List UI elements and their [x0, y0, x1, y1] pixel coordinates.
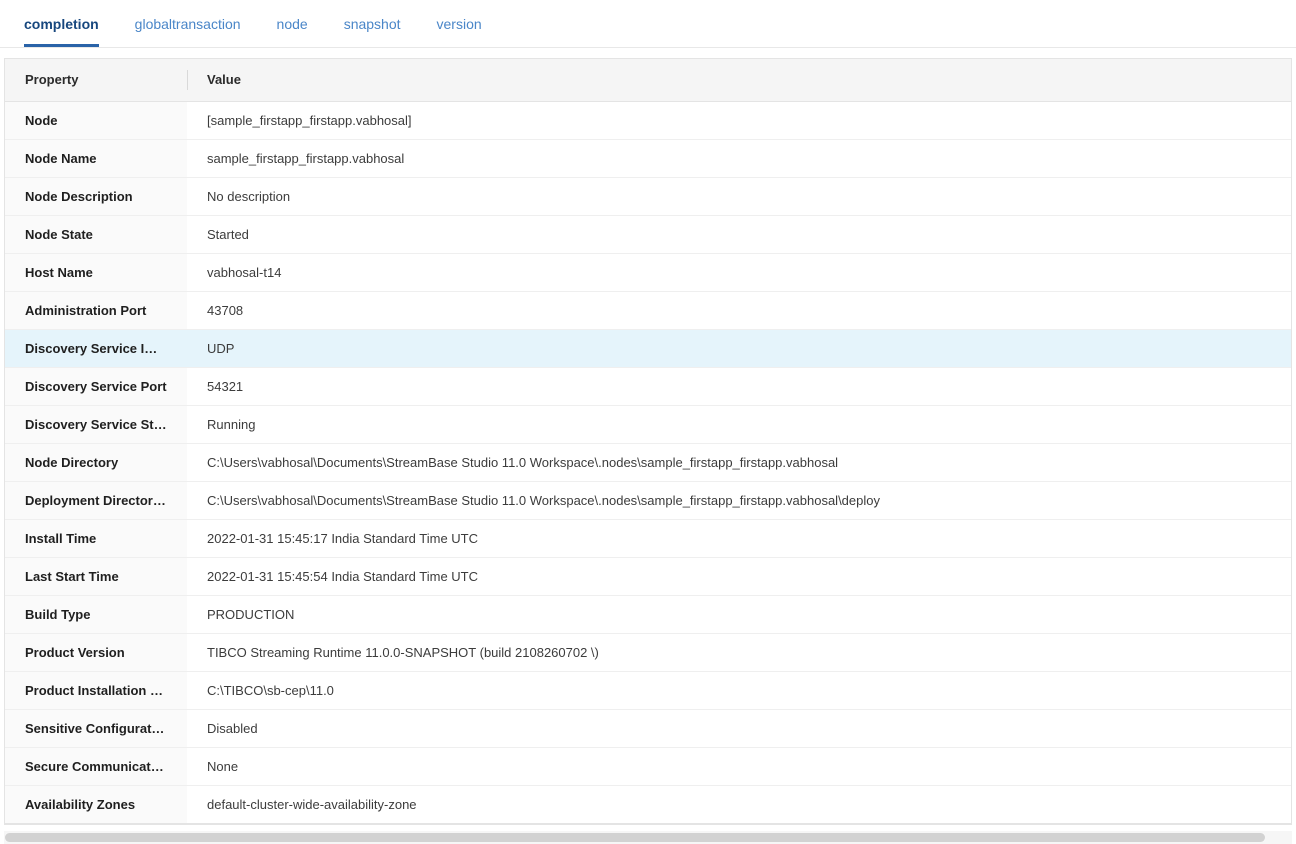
property-cell: Node Directory	[5, 443, 187, 481]
property-cell: Host Name	[5, 253, 187, 291]
table-row[interactable]: Install Time 2022-01-31 15:45:17 India S…	[5, 519, 1291, 557]
property-cell: Discovery Service Port	[5, 367, 187, 405]
property-cell: Product Version	[5, 633, 187, 671]
value-cell: 2022-01-31 15:45:54 India Standard Time …	[187, 557, 1291, 595]
value-cell: No description	[187, 177, 1291, 215]
tab-version[interactable]: version	[437, 0, 482, 47]
table-row[interactable]: Node Name sample_firstapp_firstapp.vabho…	[5, 139, 1291, 177]
table-row[interactable]: Host Name vabhosal-t14	[5, 253, 1291, 291]
property-cell: Last Start Time	[5, 557, 187, 595]
tab-label: globaltransaction	[135, 16, 241, 32]
property-cell: Product Installation Di...	[5, 671, 187, 709]
table-body: Node [sample_firstapp_firstapp.vabhosal]…	[5, 101, 1291, 823]
tab-label: node	[277, 16, 308, 32]
property-cell: Availability Zones	[5, 785, 187, 823]
property-cell: Build Type	[5, 595, 187, 633]
value-cell: TIBCO Streaming Runtime 11.0.0-SNAPSHOT …	[187, 633, 1291, 671]
table-row[interactable]: Product Version TIBCO Streaming Runtime …	[5, 633, 1291, 671]
table-row[interactable]: Node Description No description	[5, 177, 1291, 215]
tab-label: snapshot	[344, 16, 401, 32]
value-cell: 54321	[187, 367, 1291, 405]
table-row[interactable]: Last Start Time 2022-01-31 15:45:54 Indi…	[5, 557, 1291, 595]
value-cell: C:\Users\vabhosal\Documents\StreamBase S…	[187, 443, 1291, 481]
column-header-property: Property	[5, 59, 187, 101]
table-row[interactable]: Sensitive Configuratio... Disabled	[5, 709, 1291, 747]
value-cell: Started	[187, 215, 1291, 253]
value-cell: default-cluster-wide-availability-zone	[187, 785, 1291, 823]
tab-snapshot[interactable]: snapshot	[344, 0, 401, 47]
column-header-value: Value	[187, 59, 1291, 101]
table-row[interactable]: Discovery Service Impl... UDP	[5, 329, 1291, 367]
table-row[interactable]: Administration Port 43708	[5, 291, 1291, 329]
property-cell: Discovery Service Impl...	[5, 329, 187, 367]
tab-node[interactable]: node	[277, 0, 308, 47]
tab-bar: completion globaltransaction node snapsh…	[0, 0, 1296, 48]
table-row[interactable]: Node [sample_firstapp_firstapp.vabhosal]	[5, 101, 1291, 139]
value-cell: 2022-01-31 15:45:17 India Standard Time …	[187, 519, 1291, 557]
table-row[interactable]: Deployment Directories C:\Users\vabhosal…	[5, 481, 1291, 519]
value-cell: 43708	[187, 291, 1291, 329]
property-cell: Node Name	[5, 139, 187, 177]
table-header-row: Property Value	[5, 59, 1291, 101]
tab-label: completion	[24, 16, 99, 32]
property-cell: Discovery Service State	[5, 405, 187, 443]
value-cell: vabhosal-t14	[187, 253, 1291, 291]
property-cell: Sensitive Configuratio...	[5, 709, 187, 747]
property-cell: Secure Communicatio...	[5, 747, 187, 785]
value-cell: None	[187, 747, 1291, 785]
value-cell: PRODUCTION	[187, 595, 1291, 633]
tab-label: version	[437, 16, 482, 32]
value-cell: C:\Users\vabhosal\Documents\StreamBase S…	[187, 481, 1291, 519]
table-row[interactable]: Availability Zones default-cluster-wide-…	[5, 785, 1291, 823]
table-row[interactable]: Product Installation Di... C:\TIBCO\sb-c…	[5, 671, 1291, 709]
table-row[interactable]: Build Type PRODUCTION	[5, 595, 1291, 633]
property-cell: Install Time	[5, 519, 187, 557]
property-cell: Node	[5, 101, 187, 139]
property-cell: Deployment Directories	[5, 481, 187, 519]
table-row[interactable]: Node State Started	[5, 215, 1291, 253]
table-row[interactable]: Discovery Service Port 54321	[5, 367, 1291, 405]
value-cell: Running	[187, 405, 1291, 443]
tab-completion[interactable]: completion	[24, 0, 99, 47]
properties-table: Property Value Node [sample_firstapp_fir…	[4, 58, 1292, 825]
property-cell: Administration Port	[5, 291, 187, 329]
value-cell: [sample_firstapp_firstapp.vabhosal]	[187, 101, 1291, 139]
property-cell: Node Description	[5, 177, 187, 215]
value-cell: sample_firstapp_firstapp.vabhosal	[187, 139, 1291, 177]
tab-globaltransaction[interactable]: globaltransaction	[135, 0, 241, 47]
table-row[interactable]: Secure Communicatio... None	[5, 747, 1291, 785]
horizontal-scrollbar[interactable]	[4, 831, 1292, 844]
table-row[interactable]: Node Directory C:\Users\vabhosal\Documen…	[5, 443, 1291, 481]
value-cell: Disabled	[187, 709, 1291, 747]
table-row[interactable]: Discovery Service State Running	[5, 405, 1291, 443]
value-cell: UDP	[187, 329, 1291, 367]
value-cell: C:\TIBCO\sb-cep\11.0	[187, 671, 1291, 709]
scrollbar-thumb[interactable]	[5, 833, 1265, 842]
property-cell: Node State	[5, 215, 187, 253]
